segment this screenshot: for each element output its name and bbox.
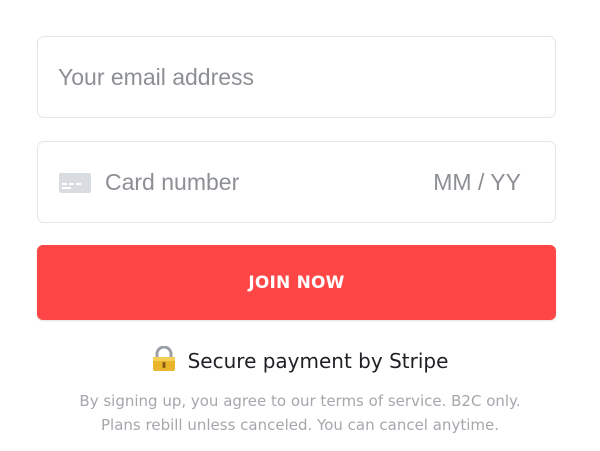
- card-number-input[interactable]: Card number: [105, 142, 239, 222]
- lock-icon: [152, 346, 175, 371]
- email-field[interactable]: Your email address: [37, 36, 556, 118]
- terms-line-2: Plans rebill unless canceled. You can ca…: [101, 416, 499, 434]
- join-now-button[interactable]: JOIN NOW: [37, 245, 556, 320]
- expiry-input[interactable]: MM / YY: [433, 142, 521, 222]
- terms-line-1: By signing up, you agree to our terms of…: [79, 392, 521, 410]
- card-field[interactable]: Card number MM / YY: [37, 141, 556, 223]
- secure-payment-row: Secure payment by Stripe: [0, 346, 600, 373]
- signup-payment-form: Your email address Card number MM / YY J…: [0, 0, 600, 451]
- credit-card-icon: [59, 173, 91, 193]
- email-placeholder: Your email address: [58, 64, 255, 90]
- secure-payment-text: Secure payment by Stripe: [187, 349, 449, 373]
- terms-text: By signing up, you agree to our terms of…: [0, 389, 600, 437]
